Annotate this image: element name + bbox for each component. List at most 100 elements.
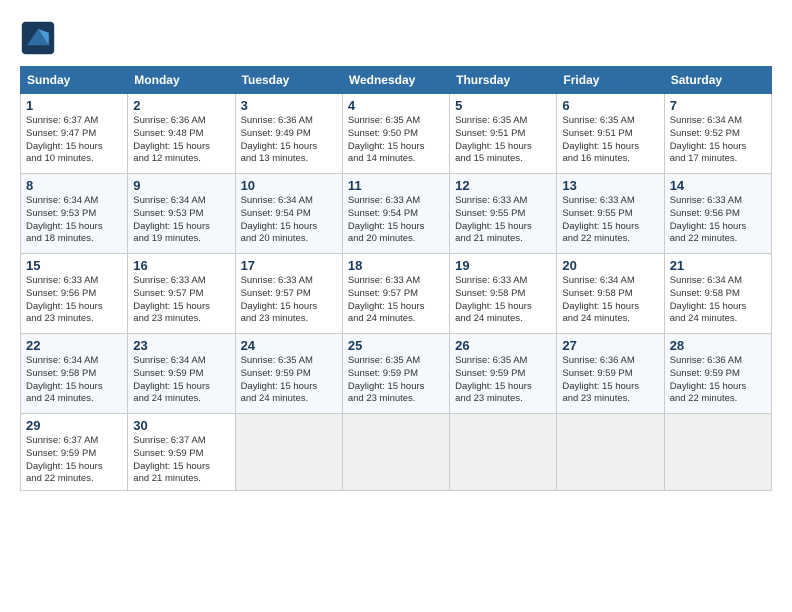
weekday-header: Saturday bbox=[664, 67, 771, 94]
calendar-week-row: 29 Sunrise: 6:37 AMSunset: 9:59 PMDayligh… bbox=[21, 414, 772, 491]
day-info: Sunrise: 6:37 AMSunset: 9:59 PMDaylight:… bbox=[26, 435, 122, 486]
day-number: 5 bbox=[455, 98, 551, 113]
day-number: 29 bbox=[26, 418, 122, 433]
day-info: Sunrise: 6:33 AMSunset: 9:56 PMDaylight:… bbox=[670, 195, 766, 246]
day-number: 12 bbox=[455, 178, 551, 193]
day-info: Sunrise: 6:33 AMSunset: 9:57 PMDaylight:… bbox=[348, 275, 444, 326]
day-info: Sunrise: 6:33 AMSunset: 9:58 PMDaylight:… bbox=[455, 275, 551, 326]
calendar-day-cell bbox=[235, 414, 342, 491]
day-number: 10 bbox=[241, 178, 337, 193]
day-number: 20 bbox=[562, 258, 658, 273]
header bbox=[20, 20, 772, 56]
day-info: Sunrise: 6:34 AMSunset: 9:58 PMDaylight:… bbox=[26, 355, 122, 406]
day-info: Sunrise: 6:34 AMSunset: 9:58 PMDaylight:… bbox=[562, 275, 658, 326]
day-info: Sunrise: 6:35 AMSunset: 9:59 PMDaylight:… bbox=[455, 355, 551, 406]
calendar-day-cell: 1 Sunrise: 6:37 AMSunset: 9:47 PMDaylight… bbox=[21, 94, 128, 174]
day-info: Sunrise: 6:35 AMSunset: 9:59 PMDaylight:… bbox=[241, 355, 337, 406]
day-number: 11 bbox=[348, 178, 444, 193]
weekday-header: Friday bbox=[557, 67, 664, 94]
day-number: 25 bbox=[348, 338, 444, 353]
day-number: 13 bbox=[562, 178, 658, 193]
day-number: 27 bbox=[562, 338, 658, 353]
calendar-week-row: 8 Sunrise: 6:34 AMSunset: 9:53 PMDaylight… bbox=[21, 174, 772, 254]
day-number: 23 bbox=[133, 338, 229, 353]
day-info: Sunrise: 6:34 AMSunset: 9:59 PMDaylight:… bbox=[133, 355, 229, 406]
weekday-row: SundayMondayTuesdayWednesdayThursdayFrid… bbox=[21, 67, 772, 94]
calendar-day-cell: 26 Sunrise: 6:35 AMSunset: 9:59 PMDayligh… bbox=[450, 334, 557, 414]
calendar-day-cell: 24 Sunrise: 6:35 AMSunset: 9:59 PMDayligh… bbox=[235, 334, 342, 414]
calendar-week-row: 15 Sunrise: 6:33 AMSunset: 9:56 PMDayligh… bbox=[21, 254, 772, 334]
day-number: 19 bbox=[455, 258, 551, 273]
day-info: Sunrise: 6:34 AMSunset: 9:53 PMDaylight:… bbox=[26, 195, 122, 246]
day-info: Sunrise: 6:37 AMSunset: 9:59 PMDaylight:… bbox=[133, 435, 229, 486]
calendar-day-cell: 11Sunrise: 6:33 AMSunset: 9:54 PMDayligh… bbox=[342, 174, 449, 254]
day-number: 16 bbox=[133, 258, 229, 273]
calendar-day-cell bbox=[557, 414, 664, 491]
day-info: Sunrise: 6:34 AMSunset: 9:58 PMDaylight:… bbox=[670, 275, 766, 326]
weekday-header: Sunday bbox=[21, 67, 128, 94]
weekday-header: Wednesday bbox=[342, 67, 449, 94]
day-info: Sunrise: 6:33 AMSunset: 9:55 PMDaylight:… bbox=[562, 195, 658, 246]
day-info: Sunrise: 6:33 AMSunset: 9:57 PMDaylight:… bbox=[133, 275, 229, 326]
day-info: Sunrise: 6:33 AMSunset: 9:56 PMDaylight:… bbox=[26, 275, 122, 326]
day-number: 3 bbox=[241, 98, 337, 113]
day-info: Sunrise: 6:35 AMSunset: 9:59 PMDaylight:… bbox=[348, 355, 444, 406]
calendar-body: 1 Sunrise: 6:37 AMSunset: 9:47 PMDaylight… bbox=[21, 94, 772, 491]
day-number: 18 bbox=[348, 258, 444, 273]
day-info: Sunrise: 6:34 AMSunset: 9:54 PMDaylight:… bbox=[241, 195, 337, 246]
day-info: Sunrise: 6:33 AMSunset: 9:57 PMDaylight:… bbox=[241, 275, 337, 326]
day-info: Sunrise: 6:36 AMSunset: 9:49 PMDaylight:… bbox=[241, 115, 337, 166]
calendar-day-cell: 7 Sunrise: 6:34 AMSunset: 9:52 PMDaylight… bbox=[664, 94, 771, 174]
day-number: 24 bbox=[241, 338, 337, 353]
day-info: Sunrise: 6:36 AMSunset: 9:59 PMDaylight:… bbox=[562, 355, 658, 406]
day-number: 17 bbox=[241, 258, 337, 273]
logo bbox=[20, 20, 60, 56]
calendar-day-cell: 25 Sunrise: 6:35 AMSunset: 9:59 PMDayligh… bbox=[342, 334, 449, 414]
day-info: Sunrise: 6:34 AMSunset: 9:52 PMDaylight:… bbox=[670, 115, 766, 166]
calendar-day-cell: 23 Sunrise: 6:34 AMSunset: 9:59 PMDayligh… bbox=[128, 334, 235, 414]
day-number: 15 bbox=[26, 258, 122, 273]
calendar-header: SundayMondayTuesdayWednesdayThursdayFrid… bbox=[21, 67, 772, 94]
day-number: 14 bbox=[670, 178, 766, 193]
weekday-header: Tuesday bbox=[235, 67, 342, 94]
calendar-day-cell: 27 Sunrise: 6:36 AMSunset: 9:59 PMDayligh… bbox=[557, 334, 664, 414]
calendar-day-cell: 2Sunrise: 6:36 AMSunset: 9:48 PMDaylight… bbox=[128, 94, 235, 174]
day-number: 9 bbox=[133, 178, 229, 193]
day-info: Sunrise: 6:34 AMSunset: 9:53 PMDaylight:… bbox=[133, 195, 229, 246]
calendar-day-cell: 22 Sunrise: 6:34 AMSunset: 9:58 PMDayligh… bbox=[21, 334, 128, 414]
day-number: 7 bbox=[670, 98, 766, 113]
calendar-day-cell: 29 Sunrise: 6:37 AMSunset: 9:59 PMDayligh… bbox=[21, 414, 128, 491]
day-info: Sunrise: 6:35 AMSunset: 9:51 PMDaylight:… bbox=[562, 115, 658, 166]
day-number: 26 bbox=[455, 338, 551, 353]
calendar-week-row: 22 Sunrise: 6:34 AMSunset: 9:58 PMDayligh… bbox=[21, 334, 772, 414]
calendar-day-cell: 18 Sunrise: 6:33 AMSunset: 9:57 PMDayligh… bbox=[342, 254, 449, 334]
calendar-day-cell bbox=[342, 414, 449, 491]
day-info: Sunrise: 6:33 AMSunset: 9:55 PMDaylight:… bbox=[455, 195, 551, 246]
day-number: 8 bbox=[26, 178, 122, 193]
calendar-day-cell: 4 Sunrise: 6:35 AMSunset: 9:50 PMDaylight… bbox=[342, 94, 449, 174]
calendar-day-cell: 28 Sunrise: 6:36 AMSunset: 9:59 PMDayligh… bbox=[664, 334, 771, 414]
day-number: 1 bbox=[26, 98, 122, 113]
day-number: 30 bbox=[133, 418, 229, 433]
calendar-day-cell: 13 Sunrise: 6:33 AMSunset: 9:55 PMDayligh… bbox=[557, 174, 664, 254]
calendar-day-cell: 5 Sunrise: 6:35 AMSunset: 9:51 PMDaylight… bbox=[450, 94, 557, 174]
calendar-day-cell: 16 Sunrise: 6:33 AMSunset: 9:57 PMDayligh… bbox=[128, 254, 235, 334]
day-info: Sunrise: 6:35 AMSunset: 9:51 PMDaylight:… bbox=[455, 115, 551, 166]
day-info: Sunrise: 6:37 AMSunset: 9:47 PMDaylight:… bbox=[26, 115, 122, 166]
calendar-day-cell: 19 Sunrise: 6:33 AMSunset: 9:58 PMDayligh… bbox=[450, 254, 557, 334]
day-number: 28 bbox=[670, 338, 766, 353]
logo-icon bbox=[20, 20, 56, 56]
day-number: 22 bbox=[26, 338, 122, 353]
day-info: Sunrise: 6:36 AMSunset: 9:59 PMDaylight:… bbox=[670, 355, 766, 406]
calendar-day-cell: 17 Sunrise: 6:33 AMSunset: 9:57 PMDayligh… bbox=[235, 254, 342, 334]
weekday-header: Monday bbox=[128, 67, 235, 94]
calendar-day-cell: 20 Sunrise: 6:34 AMSunset: 9:58 PMDayligh… bbox=[557, 254, 664, 334]
calendar-day-cell bbox=[450, 414, 557, 491]
calendar-day-cell: 30 Sunrise: 6:37 AMSunset: 9:59 PMDayligh… bbox=[128, 414, 235, 491]
calendar-day-cell: 10 Sunrise: 6:34 AMSunset: 9:54 PMDayligh… bbox=[235, 174, 342, 254]
calendar-day-cell bbox=[664, 414, 771, 491]
day-info: Sunrise: 6:36 AMSunset: 9:48 PMDaylight:… bbox=[133, 115, 229, 166]
day-number: 4 bbox=[348, 98, 444, 113]
day-info: Sunrise: 6:35 AMSunset: 9:50 PMDaylight:… bbox=[348, 115, 444, 166]
calendar-day-cell: 15 Sunrise: 6:33 AMSunset: 9:56 PMDayligh… bbox=[21, 254, 128, 334]
